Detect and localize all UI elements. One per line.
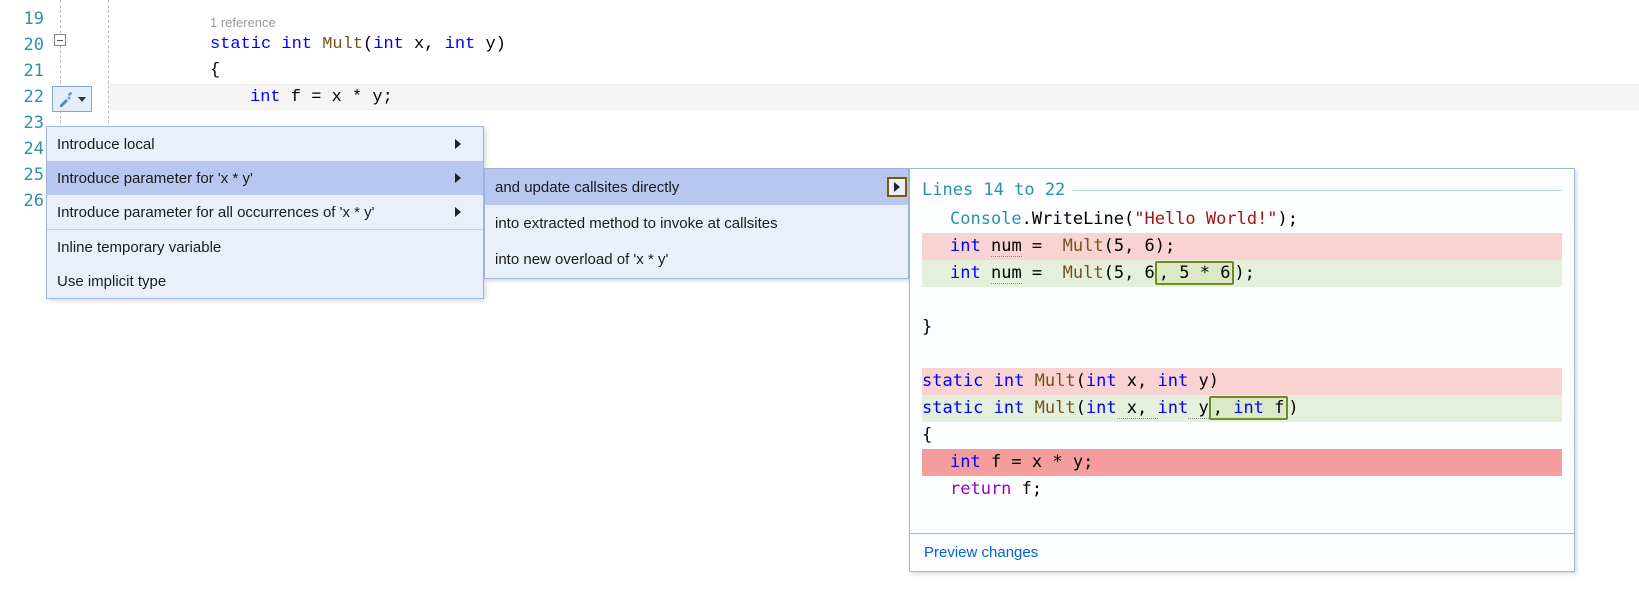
line-number: 19 — [0, 6, 44, 32]
line-number: 21 — [0, 58, 44, 84]
preview-range-label: Lines 14 to 22 — [922, 177, 1065, 204]
preview-flyout-arrow-icon — [887, 177, 907, 197]
line-number: 20 — [0, 32, 44, 58]
quick-actions-menu: Introduce local Introduce parameter for … — [46, 126, 484, 299]
submenu-item-update-callsites[interactable]: and update callsites directly — [485, 169, 908, 205]
menu-item-label: Use implicit type — [57, 273, 166, 290]
header-rule — [1073, 190, 1562, 191]
diff-line: return f; — [922, 476, 1562, 503]
line-number: 23 — [0, 110, 44, 136]
line-number: 26 — [0, 188, 44, 214]
line-number: 24 — [0, 136, 44, 162]
menu-item-label: into new overload of 'x * y' — [495, 251, 668, 268]
menu-item-label: Inline temporary variable — [57, 239, 221, 256]
preview-diff: Lines 14 to 22 Console.WriteLine("Hello … — [910, 169, 1574, 533]
preview-changes-panel: Lines 14 to 22 Console.WriteLine("Hello … — [909, 168, 1575, 572]
diff-line: Console.WriteLine("Hello World!"); — [922, 206, 1562, 233]
submenu-arrow-icon — [455, 207, 461, 217]
line-number: 25 — [0, 162, 44, 188]
diff-line-removed: int num = Mult(5, 6); — [922, 233, 1562, 260]
screwdriver-icon — [58, 91, 74, 107]
diff-inline-highlight: , 5 * 6 — [1155, 261, 1235, 285]
submenu-item-extracted-method[interactable]: into extracted method to invoke at calls… — [485, 205, 908, 241]
quick-actions-submenu: and update callsites directly into extra… — [484, 168, 909, 279]
menu-item-label: and update callsites directly — [495, 179, 679, 196]
quick-actions-button[interactable] — [52, 86, 92, 112]
menu-item-introduce-parameter[interactable]: Introduce parameter for 'x * y' — [47, 161, 483, 195]
code-line[interactable]: { — [110, 58, 1639, 84]
menu-item-introduce-parameter-all[interactable]: Introduce parameter for all occurrences … — [47, 195, 483, 229]
preview-header: Lines 14 to 22 — [922, 177, 1562, 204]
submenu-arrow-icon — [455, 173, 461, 183]
diff-line-removed: int f = x * y; — [922, 449, 1562, 476]
codelens-references[interactable]: 1 reference — [110, 6, 1639, 32]
menu-item-label: Introduce parameter for all occurrences … — [57, 204, 375, 221]
menu-item-label: Introduce local — [57, 136, 155, 153]
menu-item-label: into extracted method to invoke at calls… — [495, 215, 778, 232]
diff-inline-highlight: , int f — [1209, 396, 1289, 420]
chevron-down-icon — [78, 97, 86, 102]
preview-changes-link[interactable]: Preview changes — [910, 533, 1574, 571]
code-line-current[interactable]: int f = x * y; — [110, 84, 1639, 110]
menu-item-use-implicit-type[interactable]: Use implicit type — [47, 264, 483, 298]
submenu-arrow-icon — [455, 139, 461, 149]
code-line[interactable]: static int Mult(int x, int y) — [110, 32, 1639, 58]
menu-item-inline-temporary[interactable]: Inline temporary variable — [47, 230, 483, 264]
fold-toggle-icon[interactable] — [54, 34, 66, 46]
diff-line — [922, 287, 1562, 314]
diff-line: { — [922, 422, 1562, 449]
submenu-item-new-overload[interactable]: into new overload of 'x * y' — [485, 241, 908, 277]
diff-line: } — [922, 314, 1562, 341]
line-number: 22 — [0, 84, 44, 110]
diff-line-added: int num = Mult(5, 6, 5 * 6); — [922, 260, 1562, 287]
diff-line-removed: static int Mult(int x, int y) — [922, 368, 1562, 395]
menu-item-introduce-local[interactable]: Introduce local — [47, 127, 483, 161]
diff-line — [922, 341, 1562, 368]
diff-line-added: static int Mult(int x, int y, int f) — [922, 395, 1562, 422]
menu-item-label: Introduce parameter for 'x * y' — [57, 170, 253, 187]
line-number-gutter: 19 20 21 22 23 24 25 26 — [0, 0, 50, 214]
